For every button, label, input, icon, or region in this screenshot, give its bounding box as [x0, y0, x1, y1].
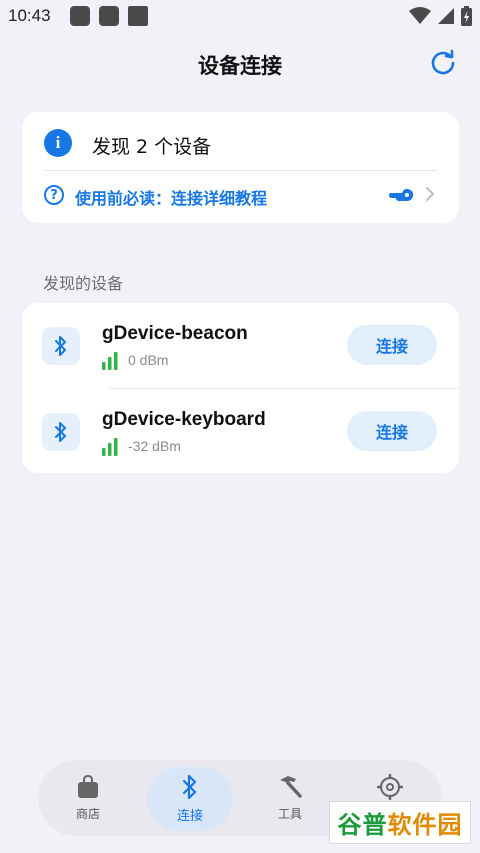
- status-icons: [409, 6, 472, 26]
- nav-item-connect[interactable]: 连接: [147, 767, 233, 831]
- notification-icon: [70, 6, 90, 26]
- nav-item-store[interactable]: 商店: [46, 760, 130, 836]
- list-item[interactable]: gDevice-beacon 0 dBm 连接: [22, 303, 459, 389]
- bluetooth-tile: [42, 327, 80, 365]
- signal-strength-icon: [102, 352, 118, 370]
- device-rssi: 0 dBm: [128, 352, 169, 368]
- help-icon: ?: [44, 185, 64, 205]
- watermark-logo: 谷普 软件园: [329, 801, 471, 844]
- nav-label: 工具: [277, 806, 302, 821]
- notification-icon: [128, 6, 148, 26]
- hammer-icon: [280, 775, 302, 798]
- watermark-text: 谷普: [337, 811, 388, 839]
- notification-icon: [99, 6, 119, 26]
- device-name: gDevice-beacon: [102, 323, 248, 344]
- tutorial-link[interactable]: ? 使用前必读：连接详细教程: [22, 171, 459, 223]
- bluetooth-icon: [182, 774, 197, 799]
- device-name: gDevice-keyboard: [102, 409, 266, 430]
- nav-item-tools[interactable]: 工具: [248, 760, 332, 836]
- device-list: gDevice-beacon 0 dBm 连接 gDevice-keyboard…: [22, 303, 459, 473]
- nav-label: 商店: [75, 806, 100, 821]
- gear-icon: [377, 773, 403, 800]
- refresh-icon: [431, 49, 455, 75]
- status-bar: 10:43: [0, 0, 480, 34]
- device-count-text: 发现 2 个设备: [92, 136, 212, 158]
- pointing-hand-icon: [389, 188, 414, 201]
- refresh-button[interactable]: [428, 47, 458, 77]
- bluetooth-icon: [55, 336, 66, 356]
- connect-button[interactable]: 连接: [347, 411, 437, 451]
- device-rssi: -32 dBm: [128, 438, 181, 454]
- connect-button[interactable]: 连接: [347, 325, 437, 365]
- signal-strength-icon: [102, 438, 118, 456]
- watermark-text: 软件园: [387, 811, 463, 839]
- shopping-bag-icon: [78, 774, 98, 798]
- battery-icon: [461, 6, 472, 26]
- cellular-signal-icon: [438, 8, 454, 24]
- bluetooth-tile: [42, 413, 80, 451]
- section-label: 发现的设备: [43, 274, 124, 293]
- info-icon: i: [44, 129, 72, 157]
- page-title: 设备连接: [198, 54, 282, 78]
- tutorial-link-label: 使用前必读：连接详细教程: [75, 189, 268, 208]
- wifi-icon: [409, 7, 431, 24]
- status-time: 10:43: [8, 6, 51, 25]
- info-card: i 发现 2 个设备 ? 使用前必读：连接详细教程: [22, 112, 459, 223]
- list-item[interactable]: gDevice-keyboard -32 dBm 连接: [22, 389, 459, 474]
- chevron-right-icon: [426, 187, 434, 201]
- nav-label: 连接: [176, 808, 203, 824]
- bluetooth-icon: [55, 422, 66, 442]
